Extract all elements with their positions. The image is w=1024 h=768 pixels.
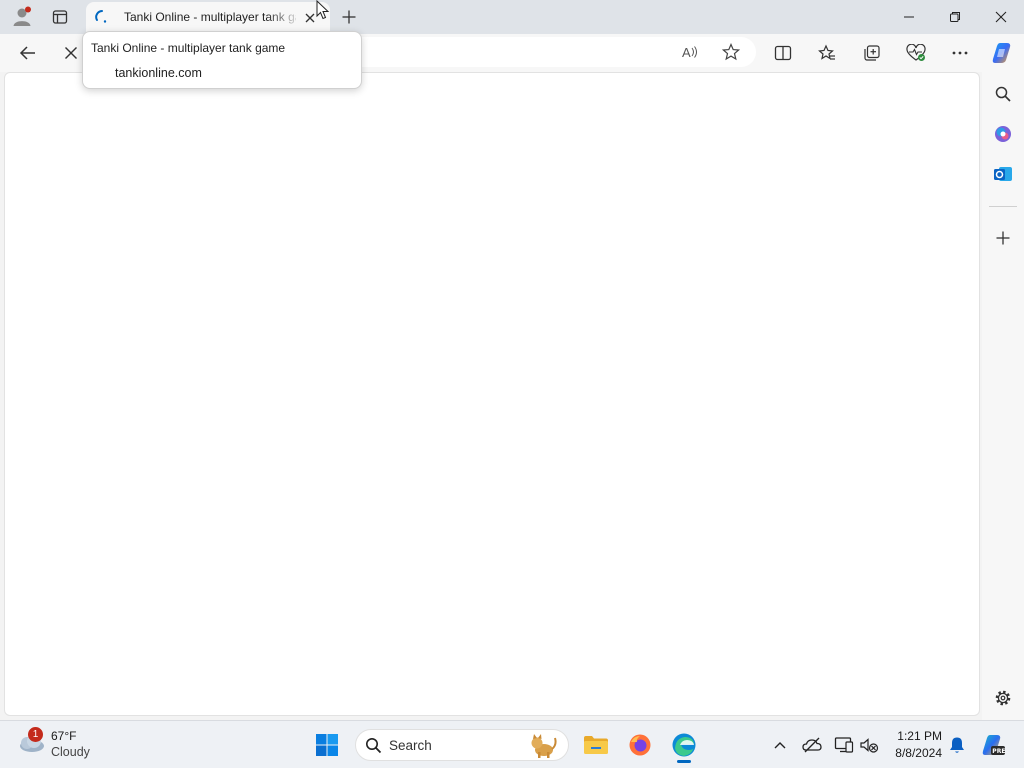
- profile-button[interactable]: [5, 3, 39, 31]
- search-icon: [994, 85, 1012, 103]
- loading-spinner-icon: [94, 9, 110, 25]
- browser-essentials-icon: [906, 44, 926, 62]
- sidebar-divider: [989, 206, 1017, 207]
- restore-button[interactable]: [938, 3, 972, 31]
- start-button[interactable]: [309, 727, 345, 763]
- settings-icon: [994, 689, 1012, 707]
- add-favorite-button[interactable]: [715, 36, 747, 68]
- tab-actions-icon: [52, 9, 68, 25]
- add-favorite-icon: [722, 43, 740, 61]
- svg-text:PRE: PRE: [992, 748, 1005, 755]
- sidebar-outlook-button[interactable]: [987, 158, 1019, 190]
- split-screen-button[interactable]: [767, 37, 799, 69]
- minimize-button[interactable]: [892, 3, 926, 31]
- title-bar: Tanki Online - multiplayer tank game: [0, 0, 1024, 34]
- svg-text:A: A: [682, 45, 691, 60]
- collections-icon: [863, 44, 881, 62]
- back-button[interactable]: [12, 37, 44, 69]
- weather-condition: Cloudy: [51, 745, 90, 759]
- tab-hover-card: Tanki Online - multiplayer tank game tan…: [82, 31, 362, 89]
- read-aloud-icon: A: [681, 44, 699, 60]
- search-highlight-cat-icon: [528, 733, 558, 759]
- close-window-button[interactable]: [984, 3, 1018, 31]
- copilot-pre-icon: PRE: [980, 733, 1006, 757]
- tab-title-fade: [266, 8, 302, 28]
- tab-actions-button[interactable]: [43, 3, 77, 31]
- onedrive-icon: [802, 737, 822, 753]
- sidebar-search-button[interactable]: [987, 78, 1019, 110]
- new-tab-button[interactable]: [332, 3, 366, 31]
- sidebar-add-button[interactable]: [987, 222, 1019, 254]
- split-screen-icon: [774, 45, 792, 61]
- edge-icon: [671, 732, 697, 758]
- taskbar-search-icon: [365, 737, 382, 754]
- firefox-button[interactable]: [622, 727, 658, 763]
- minimize-icon: [903, 11, 915, 23]
- copilot-icon: [990, 41, 1014, 65]
- firefox-icon: [628, 733, 652, 757]
- weather-temperature: 67°F: [51, 729, 77, 743]
- file-explorer-button[interactable]: [578, 727, 614, 763]
- mouse-cursor-icon: [316, 0, 330, 20]
- close-icon: [995, 11, 1007, 23]
- notification-bell-icon: [949, 736, 965, 754]
- favorites-button[interactable]: [811, 37, 843, 69]
- clock-date[interactable]: 8/8/2024: [884, 746, 942, 760]
- profile-avatar-icon: [11, 6, 33, 28]
- sidebar-settings-button[interactable]: [987, 682, 1019, 714]
- show-hidden-icons-chevron: [773, 740, 787, 750]
- hover-card-url: tankionline.com: [115, 66, 202, 80]
- collections-button[interactable]: [856, 37, 888, 69]
- windows-taskbar: 1 67°F Cloudy Search 1:21 PM 8/8/2024 PR…: [0, 720, 1024, 768]
- taskbar-search-label: Search: [389, 738, 432, 753]
- display-icon: [834, 736, 854, 754]
- page-content-area[interactable]: [4, 72, 980, 716]
- file-explorer-icon: [583, 734, 609, 756]
- weather-alert-badge: 1: [28, 727, 43, 742]
- taskbar-search-box[interactable]: Search: [355, 729, 569, 761]
- add-icon: [995, 230, 1011, 246]
- onedrive-tray-button[interactable]: [795, 727, 829, 763]
- clock-time[interactable]: 1:21 PM: [890, 729, 942, 743]
- sidebar-office-button[interactable]: [987, 118, 1019, 150]
- edge-sidebar: [982, 72, 1024, 720]
- back-arrow-icon: [19, 44, 37, 62]
- tab-tanki-online[interactable]: Tanki Online - multiplayer tank game: [86, 2, 330, 34]
- edge-taskbar-button[interactable]: [666, 727, 702, 763]
- outlook-icon: [993, 164, 1013, 184]
- favorites-icon: [818, 44, 836, 62]
- office-icon: [993, 124, 1013, 144]
- copilot-button[interactable]: [986, 37, 1018, 69]
- show-hidden-icons-button[interactable]: [762, 727, 798, 763]
- new-tab-plus-icon: [341, 9, 357, 25]
- hover-card-title: Tanki Online - multiplayer tank game: [91, 41, 286, 55]
- windows-start-icon: [315, 733, 339, 757]
- notifications-button[interactable]: [942, 727, 972, 763]
- network-volume-tray-button[interactable]: [853, 727, 885, 763]
- network-volume-icon: [859, 736, 879, 754]
- restore-icon: [949, 11, 961, 23]
- read-aloud-button[interactable]: A: [674, 36, 706, 68]
- more-options-icon: [951, 50, 969, 56]
- copilot-taskbar-button[interactable]: PRE: [974, 727, 1012, 763]
- browser-essentials-button[interactable]: [900, 37, 932, 69]
- more-options-button[interactable]: [944, 37, 976, 69]
- stop-loading-icon: [64, 46, 78, 60]
- active-app-indicator: [677, 760, 691, 763]
